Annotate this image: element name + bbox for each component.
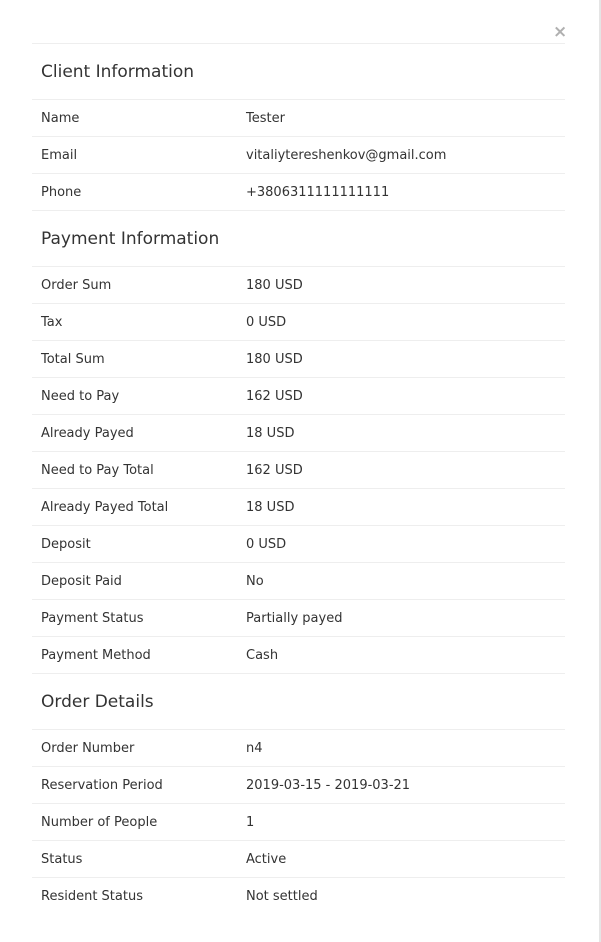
row-label: Email xyxy=(41,147,78,163)
order-details-table: Order Number n4 Reservation Period 2019-03-… xyxy=(32,730,565,915)
row-value: Tester xyxy=(246,110,285,126)
table-row: Need to Pay Total 162 USD xyxy=(32,452,565,489)
row-label: Order Sum xyxy=(41,277,112,293)
table-row: Phone +3806311111111111 xyxy=(32,174,565,211)
table-row: Need to Pay 162 USD xyxy=(32,378,565,415)
table-row: Already Payed Total 18 USD xyxy=(32,489,565,526)
table-row: Name Tester xyxy=(32,100,565,137)
table-row: Total Sum 180 USD xyxy=(32,341,565,378)
section-title-client: Client Information xyxy=(32,44,565,100)
table-row: Number of People 1 xyxy=(32,804,565,841)
table-row: Order Sum 180 USD xyxy=(32,267,565,304)
row-value: No xyxy=(246,573,264,589)
row-label: Need to Pay Total xyxy=(41,462,154,478)
row-value: 180 USD xyxy=(246,277,303,293)
table-row: Payment Method Cash xyxy=(32,637,565,674)
row-label: Deposit xyxy=(41,536,91,552)
row-value: 2019-03-15 - 2019-03-21 xyxy=(246,777,411,793)
table-row: Email vitaliytereshenkov@gmail.com xyxy=(32,137,565,174)
row-label: Already Payed Total xyxy=(41,499,169,515)
row-label: Need to Pay xyxy=(41,388,120,404)
close-icon[interactable]: × xyxy=(553,22,567,42)
row-label: Deposit Paid xyxy=(41,573,122,589)
row-value: +3806311111111111 xyxy=(246,184,390,200)
client-info-table: Name Tester Email vitaliytereshenkov@gmail.… xyxy=(32,100,565,211)
row-label: Phone xyxy=(41,184,82,200)
row-label: Name xyxy=(41,110,80,126)
table-row: Already Payed 18 USD xyxy=(32,415,565,452)
row-label: Resident Status xyxy=(41,889,143,904)
row-label: Number of People xyxy=(41,814,158,830)
row-value: 162 USD xyxy=(246,462,303,478)
row-value: 162 USD xyxy=(246,388,303,404)
order-details-modal: × Client Information Name Tester Email vita… xyxy=(0,0,601,942)
row-value: 0 USD xyxy=(246,314,287,330)
table-row: Deposit 0 USD xyxy=(32,526,565,563)
row-value: Partially payed xyxy=(246,610,343,626)
row-value: 0 USD xyxy=(246,536,287,552)
section-title-order: Order Details xyxy=(32,674,565,730)
table-row: Status Active xyxy=(32,841,565,878)
row-label: Status xyxy=(41,851,83,867)
row-label: Payment Status xyxy=(41,610,144,626)
row-value: 180 USD xyxy=(246,351,303,367)
row-value: Cash xyxy=(246,647,279,663)
row-value: 18 USD xyxy=(246,425,295,441)
row-value: vitaliytereshenkov@gmail.com xyxy=(246,147,447,163)
section-title-payment: Payment Information xyxy=(32,211,565,267)
row-value: n4 xyxy=(246,740,263,756)
payment-info-table: Order Sum 180 USD Tax 0 USD Total Sum 180 USD… xyxy=(32,267,565,674)
row-label: Reservation Period xyxy=(41,777,163,793)
row-value: Active xyxy=(246,851,287,867)
table-row: Order Number n4 xyxy=(32,730,565,767)
row-value: 1 xyxy=(246,814,255,830)
row-label: Payment Method xyxy=(41,647,151,663)
table-row: Reservation Period 2019-03-15 - 2019-03-2… xyxy=(32,767,565,804)
row-label: Order Number xyxy=(41,740,135,756)
row-label: Tax xyxy=(41,314,63,330)
row-label: Already Payed xyxy=(41,425,134,441)
table-row: Deposit Paid No xyxy=(32,563,565,600)
modal-content: Client Information Name Tester Email vitali… xyxy=(32,43,565,915)
row-label: Total Sum xyxy=(41,351,105,367)
row-value: 18 USD xyxy=(246,499,295,515)
table-row: Tax 0 USD xyxy=(32,304,565,341)
row-value: Not settled xyxy=(246,889,318,904)
table-row: Resident Status Not settled xyxy=(32,878,565,915)
table-row: Payment Status Partially payed xyxy=(32,600,565,637)
